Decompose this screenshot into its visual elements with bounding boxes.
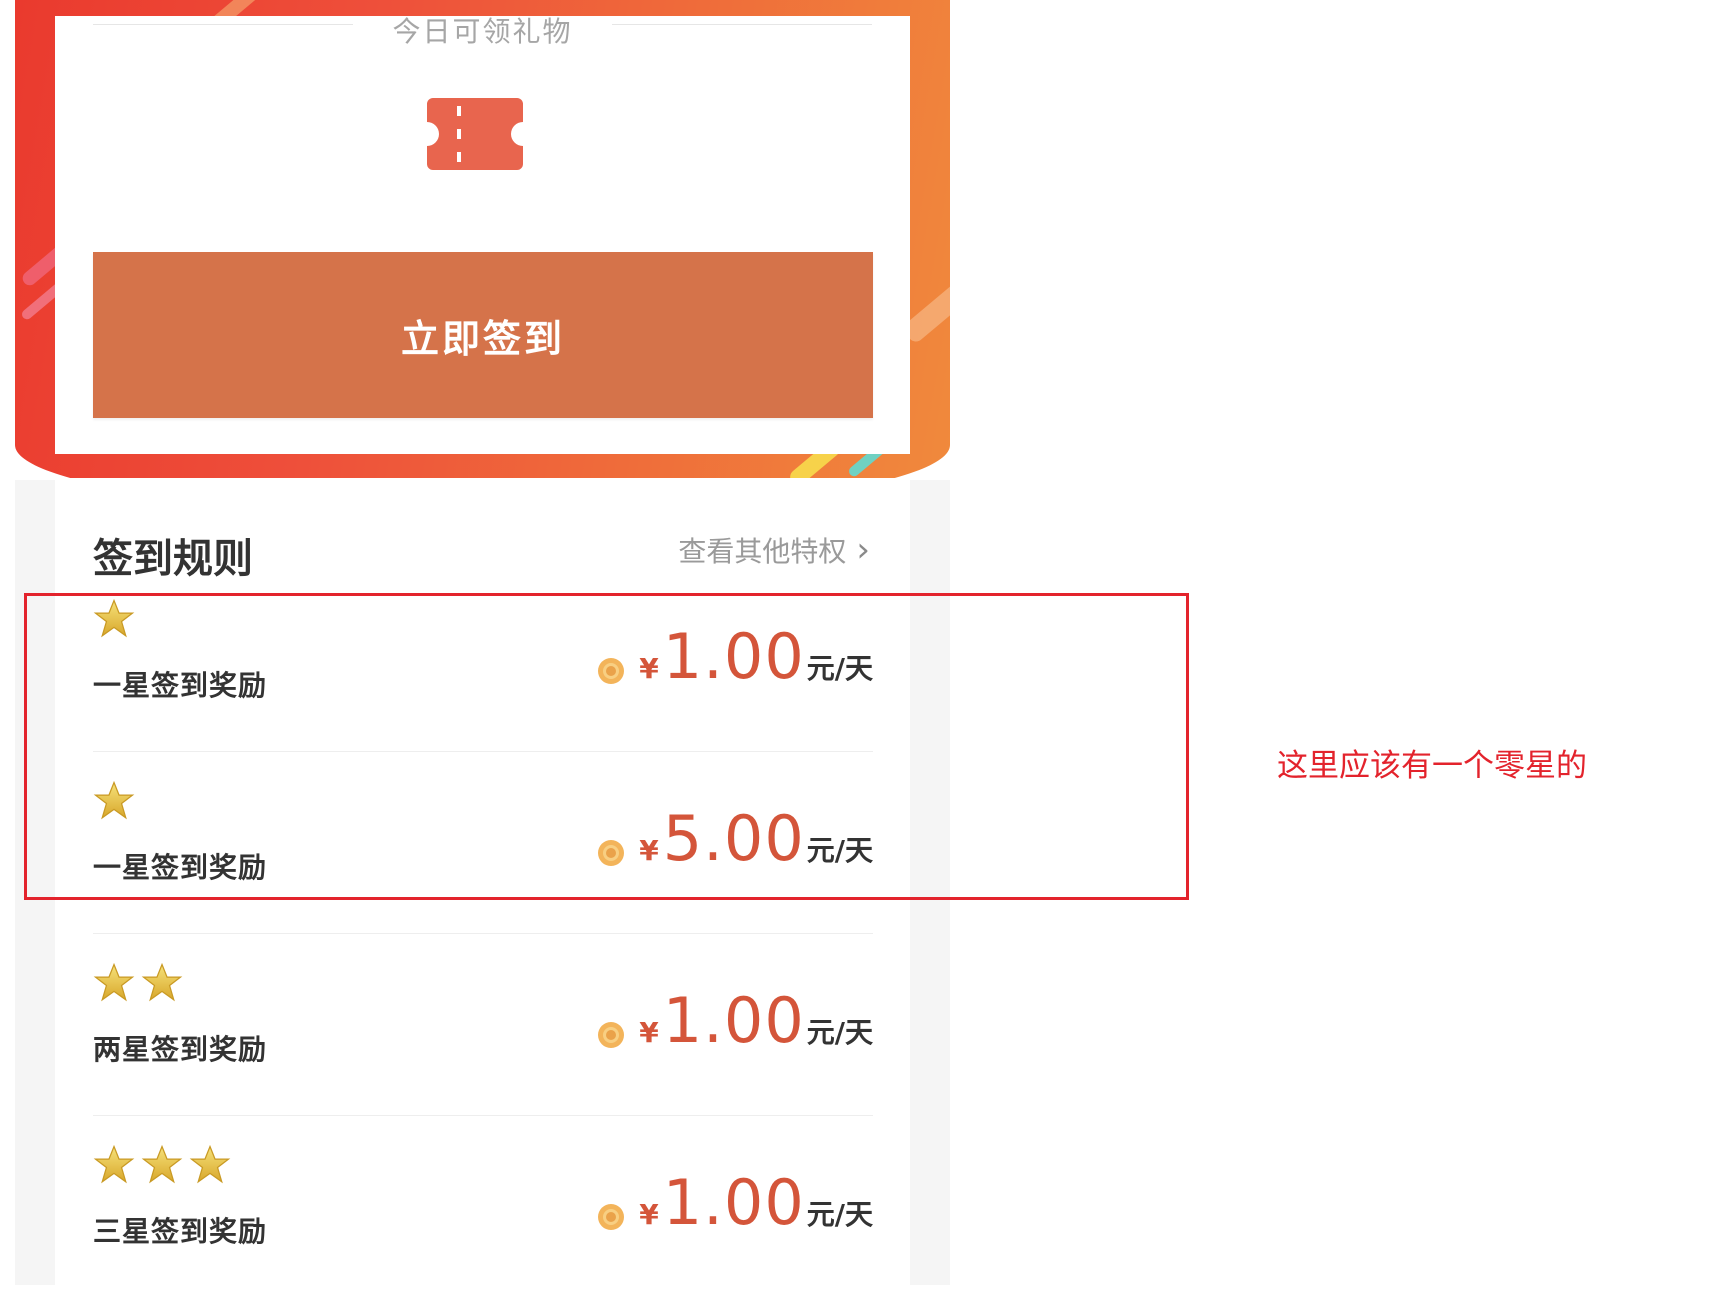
reward-row: 三星签到奖励 ¥1.00 元/天 <box>93 1116 873 1298</box>
gift-card: 今日可领礼物 立即签到 <box>55 15 910 454</box>
ticket-icon <box>427 98 523 170</box>
reward-price: ¥1.00 元/天 <box>597 984 873 1057</box>
star-icon <box>93 1144 135 1184</box>
reward-label: 三星签到奖励 <box>93 1215 268 1248</box>
reward-amount: 1.00 <box>662 1166 805 1239</box>
other-privileges-link[interactable]: 查看其他特权 › <box>678 530 870 570</box>
star-icon <box>93 962 135 1002</box>
annotation-box <box>24 593 1189 900</box>
sign-in-button[interactable]: 立即签到 <box>93 252 873 418</box>
reward-price: ¥1.00 元/天 <box>597 1166 873 1239</box>
reward-unit: 元/天 <box>806 1198 873 1231</box>
annotation-text: 这里应该有一个零星的 <box>1277 748 1587 784</box>
divider <box>612 24 872 25</box>
other-privileges-label: 查看其他特权 <box>678 535 847 568</box>
star-icon <box>189 1144 231 1184</box>
gift-title: 今日可领礼物 <box>392 15 573 48</box>
reward-label: 两星签到奖励 <box>93 1033 268 1066</box>
star-rating <box>93 962 183 1004</box>
reward-amount: 1.00 <box>662 984 805 1057</box>
currency-symbol: ¥ <box>639 1016 659 1049</box>
reward-row: 两星签到奖励 ¥1.00 元/天 <box>93 934 873 1116</box>
coin-icon <box>598 1203 625 1230</box>
star-icon <box>141 962 183 1002</box>
gift-header: 今日可领礼物 <box>93 15 872 48</box>
reward-unit: 元/天 <box>806 1016 873 1049</box>
star-icon <box>141 1144 183 1184</box>
coin-icon <box>598 1021 625 1048</box>
star-rating <box>93 1144 231 1186</box>
currency-symbol: ¥ <box>639 1198 659 1231</box>
chevron-right-icon: › <box>856 530 870 570</box>
